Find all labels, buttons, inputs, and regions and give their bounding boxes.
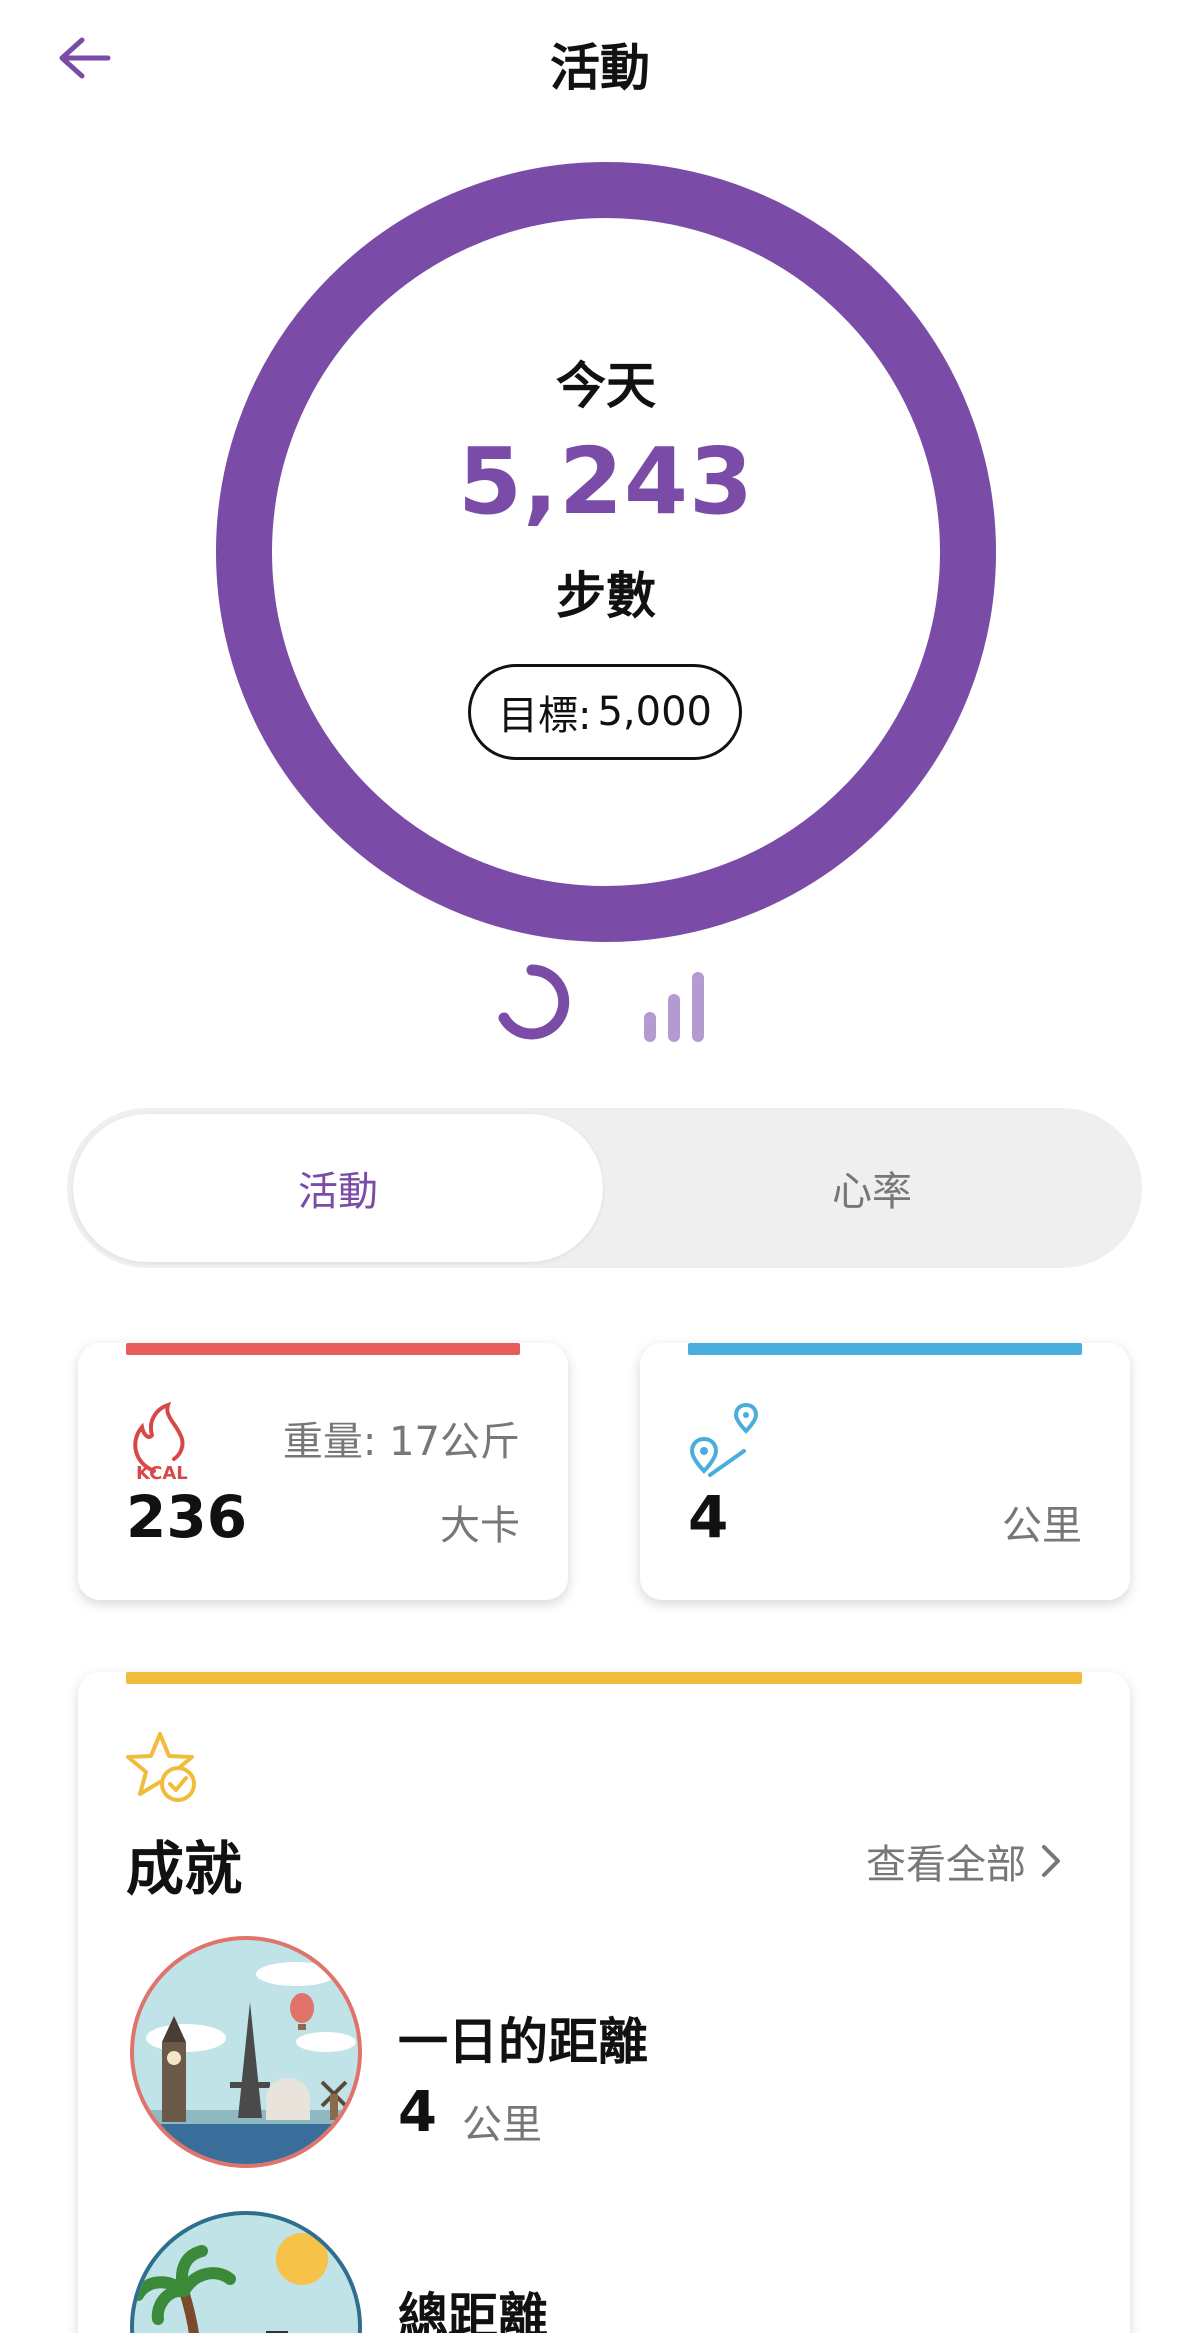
goal-value: 5,000	[597, 689, 712, 735]
steps-label: 步數	[556, 567, 656, 625]
island-badge	[130, 2211, 362, 2333]
distance-accent-bar	[688, 1343, 1082, 1355]
achievements-accent-bar	[126, 1672, 1082, 1684]
kcal-flame-icon: KCAL	[133, 1401, 188, 1483]
ring-chart-icon	[498, 964, 570, 1040]
calories-unit: 大卡	[440, 1503, 520, 1549]
bar-chart-icon	[644, 972, 704, 1042]
achievements-title: 成就	[126, 1835, 243, 1903]
today-label: 今天	[556, 357, 656, 415]
calories-value: 236	[126, 1483, 248, 1551]
app-header: 活動	[0, 0, 1200, 120]
landmarks-badge	[130, 1936, 362, 2168]
route-pins-icon	[689, 1402, 759, 1477]
goal-label: 目標:	[498, 693, 592, 739]
achievement-value: 4	[398, 2080, 437, 2145]
achievement-item[interactable]: 一日的距離 4 公里	[126, 1932, 1066, 2172]
steps-count: 5,243	[457, 428, 754, 535]
distance-value: 4	[688, 1483, 729, 1551]
goal-badge: 目標: 5,000	[468, 664, 742, 760]
steps-ring: 今天 5,243 步數 目標: 5,000	[212, 158, 1000, 946]
bar-view-button[interactable]	[640, 968, 710, 1044]
achievement-name: 一日的距離	[398, 2013, 648, 2071]
calories-accent-bar	[126, 1343, 520, 1355]
view-all-label: 查看全部	[866, 1842, 1026, 1888]
achievement-unit: 公里	[462, 2102, 542, 2148]
metric-tabs: 活動 心率	[67, 1108, 1142, 1268]
tab-activity[interactable]: 活動	[73, 1114, 603, 1262]
calories-card[interactable]: KCAL 重量: 17公斤 236 大卡	[78, 1343, 568, 1600]
chart-view-toggles	[0, 960, 1200, 1060]
star-check-icon	[126, 1732, 196, 1802]
ring-view-button[interactable]	[490, 960, 574, 1044]
achievement-name: 總距離	[398, 2288, 548, 2333]
achievement-item[interactable]: 總距離	[126, 2207, 1066, 2333]
achievements-card: 成就 查看全部 一日的距離 4 公里 總距離	[78, 1672, 1130, 2333]
distance-unit: 公里	[1002, 1503, 1082, 1549]
tab-heart-rate[interactable]: 心率	[607, 1114, 1137, 1262]
distance-card[interactable]: 4 公里	[640, 1343, 1130, 1600]
weight-label: 重量: 17公斤	[282, 1419, 520, 1465]
svg-text:KCAL: KCAL	[136, 1463, 188, 1483]
chevron-right-icon	[1042, 1845, 1060, 1877]
page-title: 活動	[550, 39, 650, 97]
view-all-link[interactable]: 查看全部	[866, 1832, 1064, 1890]
